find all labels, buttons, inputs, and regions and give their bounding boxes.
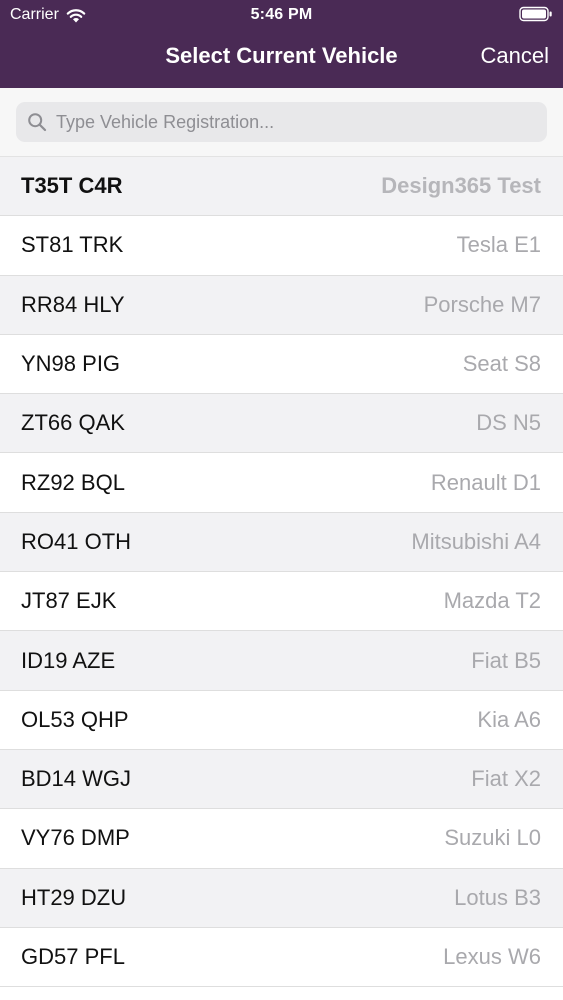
vehicle-registration: RR84 HLY [21,291,125,317]
vehicle-row[interactable]: RR84 HLY Porsche M7 [0,275,563,335]
vehicle-list: T35T C4R Design365 Test ST81 TRK Tesla E1 RR… [0,157,563,988]
vehicle-model: Renault D1 [430,469,541,495]
vehicle-registration: RZ92 BQL [21,469,125,495]
vehicle-row[interactable]: OL53 QHP Kia A6 [0,690,563,750]
vehicle-model: Seat S8 [462,351,541,377]
vehicle-model: Lexus W6 [443,944,541,969]
vehicle-row[interactable]: HT29 DZU Lotus B3 [0,868,563,928]
vehicle-registration: BD14 WGJ [21,766,132,792]
page-title: Select Current Vehicle [165,43,398,68]
search-bar [0,88,563,157]
vehicle-registration: RO41 OTH [21,528,132,554]
search-icon [28,113,47,132]
vehicle-row[interactable]: JT87 EJK Mazda T2 [0,572,563,632]
vehicle-model: Tesla E1 [456,232,541,258]
vehicle-registration: YN98 PIG [21,351,121,377]
status-time: 5:46 PM [250,6,313,23]
vehicle-row[interactable]: GD57 PFL Lexus W6 [0,927,563,988]
vehicle-model: Porsche M7 [423,291,541,317]
battery-icon [519,6,552,22]
status-bar: Carrier 5:46 PM [0,0,563,30]
search-field[interactable] [16,102,547,142]
vehicle-model: Lotus B3 [454,884,541,910]
vehicle-model: Kia A6 [477,706,541,732]
vehicle-model: Design365 Test [381,173,541,199]
vehicle-registration: OL53 QHP [21,706,129,732]
nav-bar: Select Current Vehicle Cancel [0,30,563,88]
vehicle-row[interactable]: VY76 DMP Suzuki L0 [0,809,563,869]
header: Carrier 5:46 PM Select Current Vehicle C… [0,0,563,88]
search-input[interactable] [56,104,516,140]
vehicle-registration: HT29 DZU [21,884,127,910]
vehicle-registration: ID19 AZE [21,647,116,673]
vehicle-row[interactable]: RO41 OTH Mitsubishi A4 [0,512,563,573]
vehicle-row[interactable]: ST81 TRK Tesla E1 [0,216,563,276]
vehicle-row[interactable]: YN98 PIG Seat S8 [0,334,563,395]
vehicle-row[interactable]: ID19 AZE Fiat B5 [0,631,563,691]
vehicle-row-current[interactable]: T35T C4R Design365 Test [0,157,563,217]
vehicle-registration: T35T C4R [21,173,123,199]
cancel-button[interactable]: Cancel [481,43,549,69]
vehicle-registration: ZT66 QAK [21,410,125,436]
vehicle-row[interactable]: RZ92 BQL Renault D1 [0,453,563,513]
vehicle-model: Suzuki L0 [444,825,541,851]
vehicle-model: Fiat B5 [471,647,541,673]
vehicle-model: Mazda T2 [443,588,541,614]
vehicle-model: DS N5 [476,410,541,436]
vehicle-registration: JT87 EJK [21,588,117,614]
vehicle-model: Fiat X2 [471,766,541,792]
vehicle-model: Mitsubishi A4 [411,528,541,554]
vehicle-row[interactable]: BD14 WGJ Fiat X2 [0,749,563,810]
vehicle-registration: ST81 TRK [21,232,124,258]
vehicle-registration: VY76 DMP [21,825,130,851]
vehicle-row[interactable]: ZT66 QAK DS N5 [0,394,563,454]
vehicle-registration: GD57 PFL [21,944,125,969]
